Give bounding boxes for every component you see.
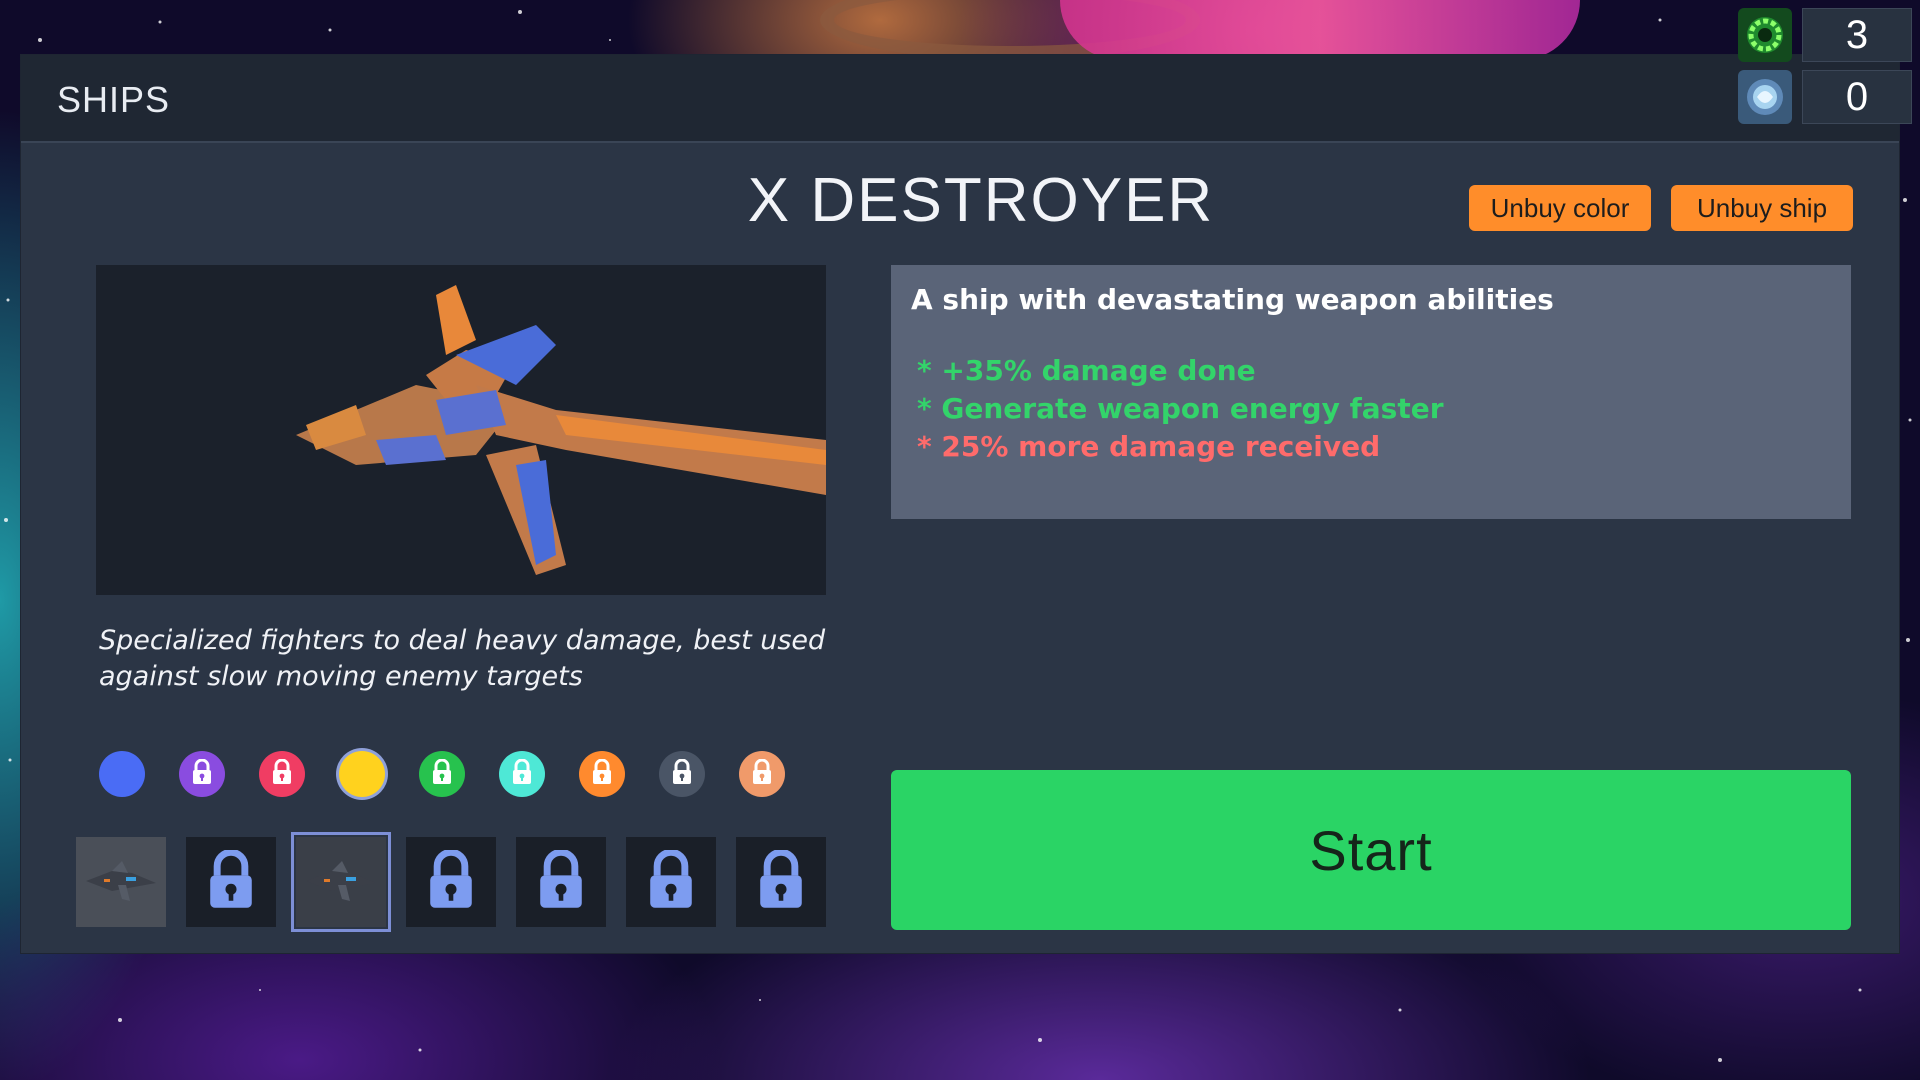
unbuy-ship-button[interactable]: Unbuy ship bbox=[1671, 185, 1853, 231]
ship-description: Specialized fighters to deal heavy damag… bbox=[99, 625, 826, 692]
planet-decoration bbox=[1060, 0, 1580, 60]
color-swatch[interactable] bbox=[659, 751, 705, 797]
ship-thumbnail-icon bbox=[302, 855, 380, 909]
bonus-line: * +35% damage done bbox=[917, 354, 1256, 387]
lock-icon bbox=[510, 758, 534, 789]
lock-icon bbox=[670, 758, 694, 789]
lock-icon bbox=[643, 848, 699, 914]
color-swatch[interactable] bbox=[739, 751, 785, 797]
info-heading: A ship with devastating weapon abilities bbox=[911, 283, 1554, 316]
penalty-line: * 25% more damage received bbox=[917, 430, 1381, 463]
ship-slot-locked[interactable] bbox=[516, 837, 606, 927]
ship-preview-viewport[interactable] bbox=[96, 265, 826, 595]
ship-slot-locked[interactable] bbox=[626, 837, 716, 927]
green-gear-icon bbox=[1738, 8, 1792, 62]
lock-icon bbox=[590, 758, 614, 789]
color-swatch[interactable] bbox=[579, 751, 625, 797]
color-swatch[interactable] bbox=[499, 751, 545, 797]
bonus-line: * Generate weapon energy faster bbox=[917, 392, 1444, 425]
lock-icon bbox=[430, 758, 454, 789]
currency-orb: 0 bbox=[1738, 70, 1912, 124]
ships-panel: SHIPS X DESTROYER Unbuy color Unbuy ship… bbox=[20, 54, 1900, 954]
color-swatch[interactable] bbox=[259, 751, 305, 797]
ship-thumbnail-icon bbox=[82, 855, 160, 909]
blue-orb-icon bbox=[1738, 70, 1792, 124]
color-swatch-row bbox=[99, 751, 785, 797]
ship-info-box: A ship with devastating weapon abilities… bbox=[891, 265, 1851, 519]
ship-selector-row bbox=[76, 832, 826, 932]
unbuy-color-button[interactable]: Unbuy color bbox=[1469, 185, 1651, 231]
panel-title: SHIPS bbox=[57, 79, 171, 120]
color-swatch[interactable] bbox=[179, 751, 225, 797]
color-swatch[interactable] bbox=[419, 751, 465, 797]
lock-icon bbox=[203, 848, 259, 914]
lock-icon bbox=[270, 758, 294, 789]
lock-icon bbox=[423, 848, 479, 914]
ship-model-image bbox=[296, 285, 826, 575]
lock-icon bbox=[533, 848, 589, 914]
start-button[interactable]: Start bbox=[891, 770, 1851, 930]
lock-icon bbox=[750, 758, 774, 789]
gear-count: 3 bbox=[1802, 8, 1912, 62]
color-swatch[interactable] bbox=[99, 751, 145, 797]
currency-gear: 3 bbox=[1738, 8, 1912, 62]
lock-icon bbox=[753, 848, 809, 914]
orb-count: 0 bbox=[1802, 70, 1912, 124]
ship-name: X DESTROYER bbox=[747, 166, 1215, 235]
color-swatch[interactable] bbox=[339, 751, 385, 797]
ship-slot-locked[interactable] bbox=[736, 837, 826, 927]
ship-slot-owned[interactable] bbox=[76, 837, 166, 927]
ship-slot-owned[interactable] bbox=[291, 832, 391, 932]
ship-slot-locked[interactable] bbox=[186, 837, 276, 927]
panel-header: SHIPS bbox=[21, 55, 1899, 143]
bonus-list: * +35% damage done * Generate weapon ene… bbox=[911, 352, 1831, 466]
ship-slot-locked[interactable] bbox=[406, 837, 496, 927]
lock-icon bbox=[190, 758, 214, 789]
